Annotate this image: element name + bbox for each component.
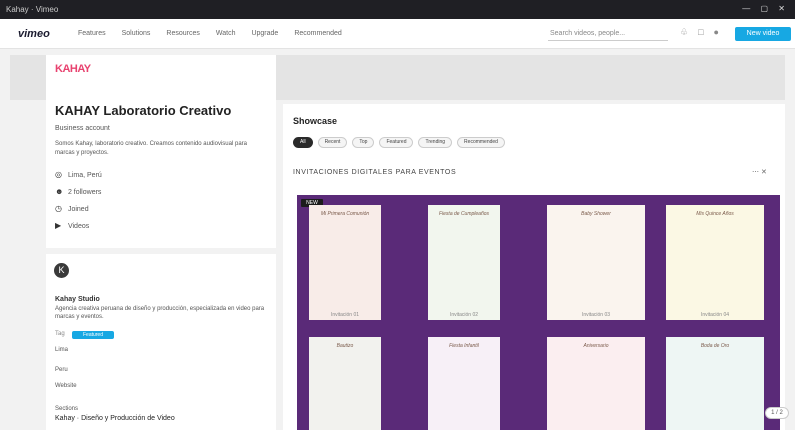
avatar[interactable]: ● [714, 27, 719, 38]
invitation-card[interactable]: Mis Quince Años Invitación 04 [666, 205, 764, 320]
meta-location: ◎ Lima, Perú [55, 170, 102, 179]
invitation-card[interactable]: Baby Shower Invitación 03 [547, 205, 645, 320]
profile-owner[interactable]: Business account [55, 125, 110, 132]
chip-top[interactable]: Top [352, 137, 375, 148]
related-description: Agencia creativa peruana de diseño y pro… [55, 306, 265, 320]
card-title: Bautizo [336, 343, 354, 349]
tag-label: Tag [55, 331, 65, 337]
profile-description: Somos Kahay, laboratorio creativo. Cream… [55, 141, 247, 156]
nav-link[interactable]: Recommended [294, 30, 341, 37]
nav-link[interactable]: Watch [216, 30, 236, 37]
folder-icon[interactable]: □ [698, 27, 703, 38]
profile-logo: KAHAY [55, 63, 91, 75]
card-title: Fiesta de Cumpleaños [438, 211, 490, 217]
status-badge[interactable]: Featured [72, 331, 114, 339]
nav-icons: ♧ □ ● [680, 27, 719, 38]
new-video-button[interactable]: New video [735, 27, 791, 41]
card-title: Aniversario [583, 343, 609, 349]
card-title: Mi Primera Comunión [320, 211, 370, 217]
search-input[interactable]: Search videos, people... [548, 27, 668, 41]
video-title[interactable]: INVITACIONES DIGITALES PARA EVENTOS [293, 169, 456, 176]
video-icon: ▶ [55, 221, 62, 230]
invitation-card[interactable]: Mi Primera Comunión Invitación 01 [309, 205, 381, 320]
meta-text: Lima, Perú [67, 172, 102, 179]
invitation-card[interactable]: Bautizo [309, 337, 381, 430]
nav-link[interactable]: Upgrade [251, 30, 278, 37]
invitation-card[interactable]: Boda de Oro [666, 337, 764, 430]
chip-recent[interactable]: Recent [317, 137, 348, 148]
section-divider [46, 248, 276, 254]
window-controls[interactable]: — ▢ ✕ [742, 4, 789, 13]
profile-name: KAHAY Laboratorio Creativo [55, 103, 232, 118]
related-line[interactable]: Website [55, 383, 77, 389]
card-title: Mis Quince Años [696, 211, 734, 217]
card-footer: Invitación 02 [449, 312, 479, 318]
browser-titlebar: Kahay · Vimeo — ▢ ✕ [0, 0, 795, 19]
invitation-card[interactable]: Fiesta de Cumpleaños Invitación 02 [428, 205, 500, 320]
section-title: Showcase [293, 116, 338, 126]
meta-text: Joined [67, 206, 89, 213]
nav-link[interactable]: Features [78, 30, 106, 37]
card-footer: Invitación 04 [700, 312, 730, 318]
filter-chips: All Recent Top Featured Trending Recomme… [293, 137, 505, 148]
meta-text: Videos [67, 223, 90, 230]
card-title: Boda de Oro [700, 343, 730, 349]
page-indicator[interactable]: 1 / 2 [765, 407, 789, 419]
card-title: Fiesta Infantil [449, 343, 479, 349]
users-icon: ☻ [55, 187, 64, 196]
nav-links: Features Solutions Resources Watch Upgra… [78, 30, 342, 37]
related-title[interactable]: Kahay Studio [55, 296, 100, 303]
video-menu-icon[interactable]: ⋯ ✕ [752, 168, 767, 176]
chip-trending[interactable]: Trending [418, 137, 453, 148]
related-link[interactable]: Kahay · Diseño y Producción de Video [55, 415, 175, 422]
meta-text: 2 followers [67, 189, 102, 196]
related-line: Peru [55, 367, 68, 373]
related-line: Sections [55, 406, 79, 412]
card-footer: Invitación 01 [330, 312, 360, 318]
meta-videos[interactable]: ▶ Videos [55, 221, 89, 230]
clock-icon: ◷ [55, 204, 62, 213]
nav-link[interactable]: Solutions [122, 30, 151, 37]
related-line: Lima [55, 347, 69, 353]
top-nav: vimeo Features Solutions Resources Watch… [0, 19, 795, 49]
invitation-card[interactable]: Fiesta Infantil [428, 337, 500, 430]
invitation-card[interactable]: Aniversario [547, 337, 645, 430]
chip-featured[interactable]: Featured [379, 137, 414, 148]
globe-icon: ◎ [55, 170, 62, 179]
meta-joined: ◷ Joined [55, 204, 89, 213]
card-footer: Invitación 03 [581, 312, 611, 318]
card-title: Baby Shower [581, 211, 611, 217]
chip-all[interactable]: All [293, 137, 313, 148]
nav-link[interactable]: Resources [166, 30, 199, 37]
vimeo-logo[interactable]: vimeo [18, 28, 50, 40]
chip-recommended[interactable]: Recommended [457, 137, 505, 148]
browser-tab[interactable]: Kahay · Vimeo [6, 3, 146, 17]
related-avatar[interactable]: K [54, 263, 69, 278]
meta-followers[interactable]: ☻ 2 followers [55, 187, 101, 196]
bell-icon[interactable]: ♧ [680, 27, 688, 38]
